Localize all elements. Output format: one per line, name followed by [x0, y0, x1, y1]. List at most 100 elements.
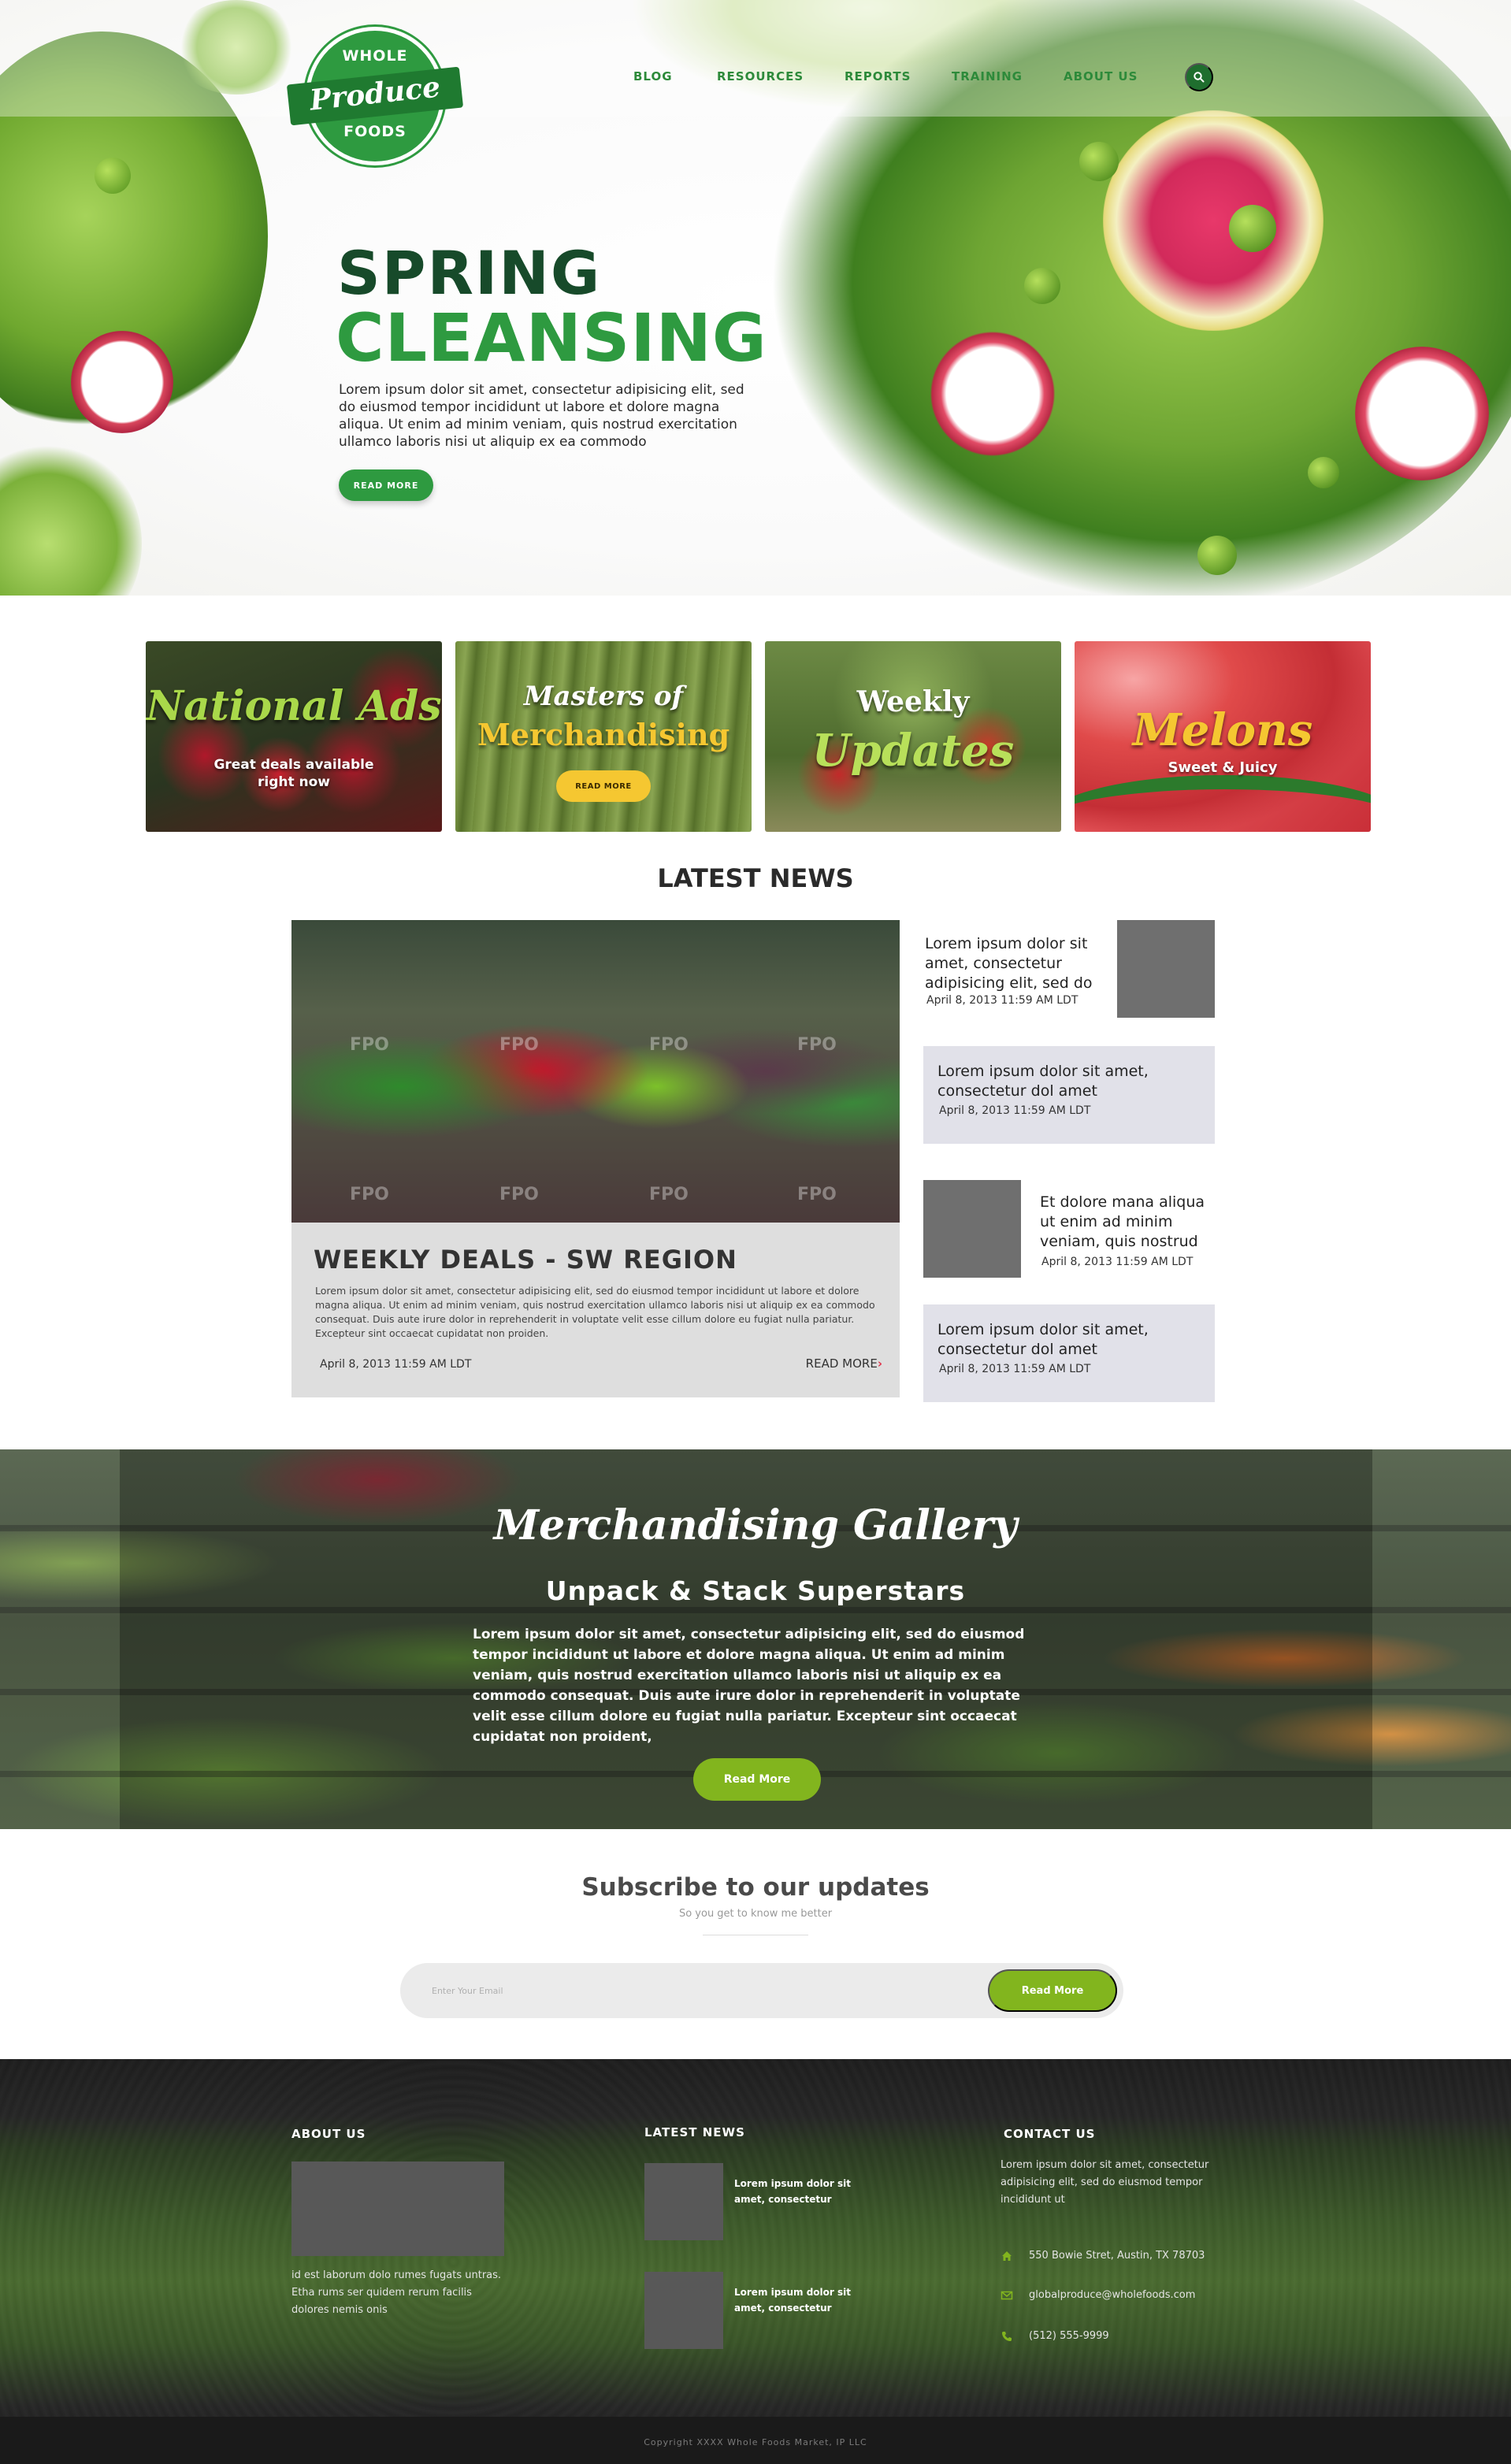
nav-training[interactable]: TRAINING [952, 69, 1023, 83]
nav-about-us[interactable]: ABOUT US [1064, 69, 1138, 83]
email-icon [1001, 2291, 1013, 2300]
search-button[interactable] [1185, 63, 1213, 91]
fpo-placeholder: FPO [797, 1035, 837, 1055]
promo-tile-national-ads[interactable]: National Ads Great deals available right… [146, 641, 442, 832]
news-item-thumbnail [923, 1180, 1021, 1278]
hero-title-line-1: SPRING [337, 238, 602, 308]
news-item-date: April 8, 2013 11:59 AM LDT [926, 994, 1078, 1007]
subscribe-title: Subscribe to our updates [581, 1873, 930, 1902]
fpo-placeholder: FPO [649, 1035, 689, 1055]
footer-email-link[interactable]: globalproduce@wholefoods.com [1029, 2289, 1195, 2301]
footer-news-heading: LATEST NEWS [644, 2125, 745, 2139]
nav-blog[interactable]: BLOG [633, 69, 673, 83]
site-logo[interactable]: WHOLE Produce FOODS [286, 27, 464, 165]
hero-produce-image [1197, 536, 1237, 575]
footer-about-text: id est laborum dolo rumes fugats untras.… [291, 2269, 502, 2316]
promo-title: Merchandising [477, 717, 730, 752]
hero-produce-image [95, 158, 131, 194]
footer-contact-text: Lorem ipsum dolor sit amet, consectetur … [1001, 2159, 1209, 2206]
footer-address: 550 Bowie Stret, Austin, TX 78703 [1029, 2250, 1205, 2262]
news-item-thumbnail [1117, 920, 1215, 1018]
logo-bottom-word: FOODS [343, 123, 407, 140]
gallery-body-text: Lorem ipsum dolor sit amet, consectetur … [473, 1627, 1025, 1745]
news-list-item[interactable]: Lorem ipsum dolor sit amet, consectetur … [923, 1046, 1215, 1144]
hero-produce-image [1355, 347, 1489, 481]
hero-produce-image [71, 331, 173, 433]
home-icon [1002, 2251, 1012, 2261]
search-icon [1194, 72, 1205, 83]
promo-tile-merchandising[interactable]: Masters of Merchandising READ MORE [455, 641, 752, 832]
footer-news-thumbnail [644, 2272, 723, 2349]
hero-read-more-button[interactable]: READ MORE [339, 469, 433, 501]
news-item-text: Et dolore mana aliqua ut enim ad minim v… [1040, 1193, 1205, 1250]
hero-produce-image [1229, 205, 1276, 252]
hero-produce-image [1103, 110, 1324, 331]
subscribe-form: Read More [400, 1963, 1123, 2018]
promo-title-small: Weekly [856, 685, 970, 718]
hero-produce-image [1308, 457, 1339, 488]
promo-tile-melons[interactable]: Melons Sweet & Juicy [1075, 641, 1371, 832]
footer-about-image [291, 2162, 504, 2256]
footer-news-text: Lorem ipsum dolor sit amet, consectetur [734, 2178, 851, 2205]
promo-subtitle: Sweet & Juicy [1168, 759, 1278, 776]
hero-banner: WHOLE Produce FOODS BLOG RESOURCES REPOR… [0, 0, 1511, 596]
featured-news-title: WEEKLY DEALS - SW REGION [314, 1245, 737, 1275]
news-item-date: April 8, 2013 11:59 AM LDT [1041, 1256, 1194, 1268]
nav-reports[interactable]: REPORTS [845, 69, 911, 83]
news-item-text: Lorem ipsum dolor sit amet, consectetur … [925, 935, 1093, 992]
hero-body-text: Lorem ipsum dolor sit amet, consectetur … [339, 382, 744, 450]
featured-news-card[interactable]: FPO FPO FPO FPO FPO FPO FPO FPO WEEKLY D… [291, 920, 900, 1397]
logo-top-word: WHOLE [342, 47, 408, 65]
email-input[interactable] [432, 1963, 904, 2018]
read-more-label: READ MORE [805, 1356, 878, 1371]
promo-tile-weekly-updates[interactable]: Weekly Updates [765, 641, 1061, 832]
news-list-item[interactable]: Lorem ipsum dolor sit amet, consectetur … [923, 920, 1215, 1018]
featured-news-body: Lorem ipsum dolor sit amet, consectetur … [315, 1285, 875, 1339]
featured-news-caption: WEEKLY DEALS - SW REGION Lorem ipsum dol… [291, 1223, 900, 1397]
header-bar [0, 0, 1511, 117]
fpo-placeholder: FPO [499, 1185, 539, 1204]
news-list-item[interactable]: Et dolore mana aliqua ut enim ad minim v… [923, 1180, 1215, 1278]
featured-news-image: FPO FPO FPO FPO FPO FPO FPO FPO [291, 920, 900, 1223]
hero-produce-image [1079, 142, 1119, 181]
featured-news-read-more[interactable]: READ MORE› [806, 1356, 882, 1371]
promo-title: National Ads [146, 682, 442, 730]
nav-resources[interactable]: RESOURCES [717, 69, 804, 83]
featured-news-date: April 8, 2013 11:59 AM LDT [320, 1358, 472, 1371]
fpo-placeholder: FPO [499, 1035, 539, 1055]
merchandising-gallery-section: Merchandising Gallery Unpack & Stack Sup… [0, 1449, 1511, 1829]
hero-produce-image [930, 331, 1056, 457]
site-footer [0, 2059, 1511, 2464]
gallery-read-more-button[interactable]: Read More [693, 1758, 821, 1801]
footer-about-heading: ABOUT US [291, 2127, 366, 2141]
footer-phone-link[interactable]: (512) 555-9999 [1029, 2330, 1109, 2342]
footer-news-thumbnail [644, 2163, 723, 2240]
hero-produce-image [0, 441, 142, 596]
gallery-subtitle: Unpack & Stack Superstars [545, 1575, 966, 1606]
copyright-text: Copyright XXXX Whole Foods Market, IP LL… [644, 2437, 867, 2447]
promo-title: Melons [1132, 704, 1313, 756]
news-item-text: Lorem ipsum dolor sit amet, consectetur … [937, 1063, 1149, 1100]
phone-icon [1002, 2332, 1012, 2341]
hero-produce-image [1024, 268, 1060, 304]
fpo-placeholder: FPO [350, 1035, 389, 1055]
promo-read-more-button[interactable]: READ MORE [556, 770, 651, 802]
hero-title-line-2: CLEANSING [336, 299, 767, 377]
fpo-placeholder: FPO [649, 1185, 689, 1204]
gallery-script-title: Merchandising Gallery [493, 1501, 1018, 1549]
news-item-date: April 8, 2013 11:59 AM LDT [939, 1104, 1091, 1117]
watermelon-rind [1075, 775, 1371, 832]
promo-title-small: Masters of [523, 681, 684, 712]
chevron-right-icon: › [877, 1356, 882, 1371]
subscribe-button[interactable]: Read More [988, 1969, 1117, 2012]
footer-news-text: Lorem ipsum dolor sit amet, consectetur [734, 2287, 851, 2314]
latest-news-heading: LATEST NEWS [657, 863, 854, 893]
news-list-item[interactable]: Lorem ipsum dolor sit amet, consectetur … [923, 1304, 1215, 1402]
fpo-placeholder: FPO [350, 1185, 389, 1204]
footer-contact-heading: CONTACT US [1004, 2127, 1096, 2141]
fpo-placeholder: FPO [797, 1185, 837, 1204]
promo-subtitle: Great deals available right now [213, 757, 374, 790]
news-item-date: April 8, 2013 11:59 AM LDT [939, 1363, 1091, 1375]
subscribe-subtitle: So you get to know me better [678, 1908, 833, 1920]
promo-title: Updates [811, 725, 1015, 777]
